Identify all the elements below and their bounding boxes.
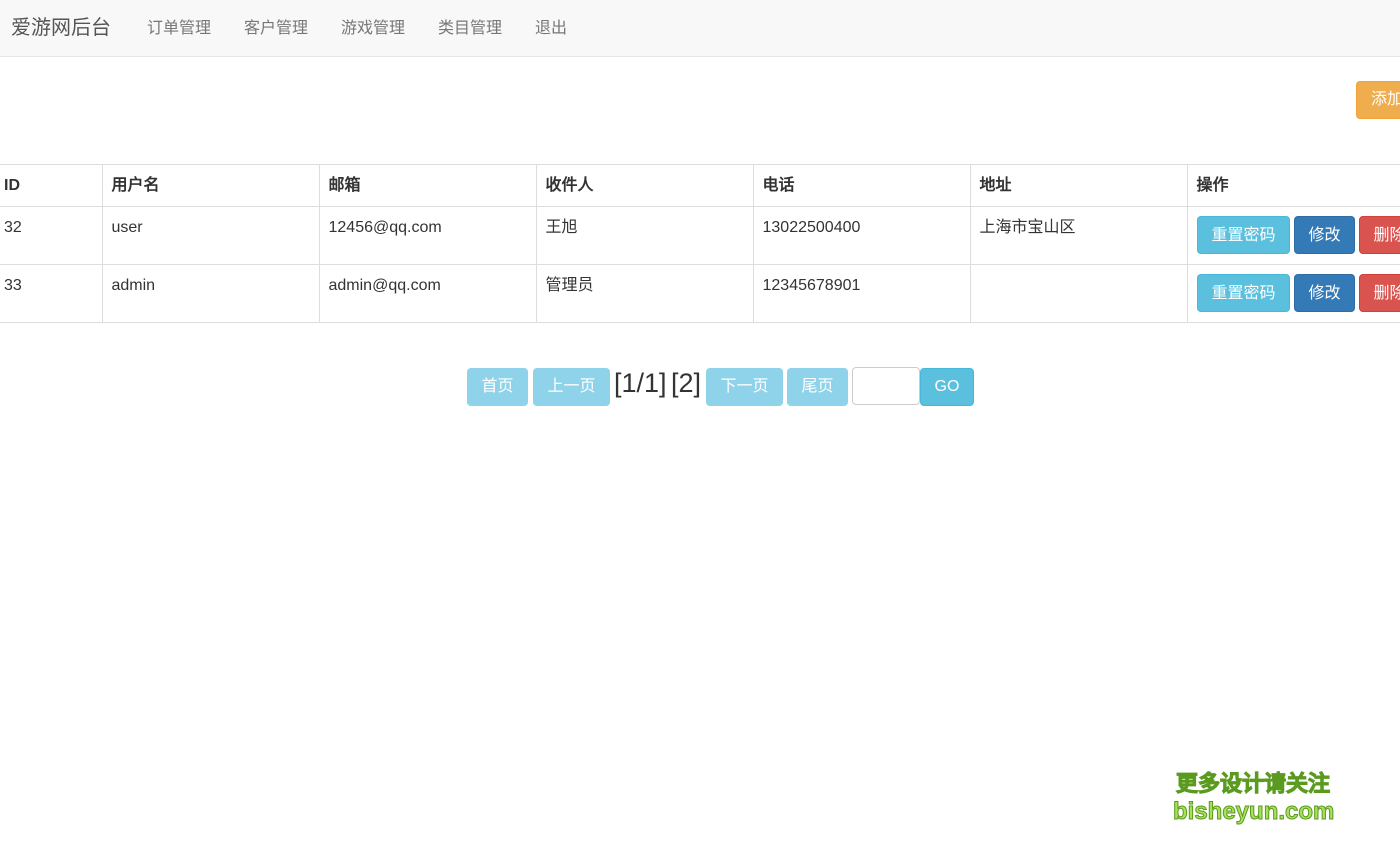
nav-orders[interactable]: 订单管理	[147, 19, 211, 39]
cell-email: 12456@qq.com	[318, 206, 537, 265]
cell-recipient: 管理员	[535, 264, 754, 323]
cell-username: user	[101, 206, 320, 265]
next-page-button[interactable]: 下一页	[706, 368, 783, 406]
watermark-line1: 更多设计请关注	[1175, 771, 1330, 797]
cell-recipient: 王旭	[535, 206, 754, 265]
cell-id: 33	[0, 264, 103, 323]
first-page-button[interactable]: 首页	[467, 368, 528, 406]
cell-address	[969, 264, 1188, 323]
reset-password-button[interactable]: 重置密码	[1196, 274, 1290, 312]
header-recipient: 收件人	[535, 164, 754, 207]
nav-logout[interactable]: 退出	[535, 19, 567, 39]
cell-address: 上海市宝山区	[969, 206, 1188, 265]
reset-password-button[interactable]: 重置密码	[1196, 216, 1290, 254]
watermark: 更多设计请关注 bisheyun.com	[1173, 770, 1335, 826]
prev-page-button[interactable]: 上一页	[533, 368, 610, 406]
nav-customers[interactable]: 客户管理	[244, 19, 308, 39]
cell-actions: 重置密码修改删除	[1186, 206, 1400, 265]
page-number-input[interactable]	[852, 367, 920, 405]
header-actions: 操作	[1186, 164, 1400, 207]
page-link-2[interactable]: [2]	[671, 367, 701, 399]
header-address: 地址	[969, 164, 1188, 207]
table-header-row: ID 用户名 邮箱 收件人 电话 地址 操作	[0, 164, 1400, 207]
brand-title[interactable]: 爱游网后台	[11, 16, 111, 40]
edit-button[interactable]: 修改	[1293, 216, 1355, 254]
watermark-line2: bisheyun.com	[1173, 798, 1335, 826]
table-row: 33 admin admin@qq.com 管理员 12345678901 重置…	[0, 264, 1400, 323]
cell-phone: 13022500400	[752, 206, 971, 265]
page: 爱游网后台 订单管理 客户管理 游戏管理 类目管理 退出 添加 ID 用户名 邮…	[0, 0, 1400, 848]
nav-categories[interactable]: 类目管理	[438, 19, 502, 39]
header-phone: 电话	[752, 164, 971, 207]
cell-username: admin	[101, 264, 320, 323]
header-email: 邮箱	[318, 164, 537, 207]
cell-actions: 重置密码修改删除	[1186, 264, 1400, 323]
edit-button[interactable]: 修改	[1293, 274, 1355, 312]
add-button[interactable]: 添加	[1356, 81, 1400, 119]
header-username: 用户名	[101, 164, 320, 207]
delete-button[interactable]: 删除	[1358, 216, 1400, 254]
cell-phone: 12345678901	[752, 264, 971, 323]
go-button[interactable]: GO	[920, 368, 974, 406]
customer-table: ID 用户名 邮箱 收件人 电话 地址 操作 32 user 12456@qq.…	[0, 164, 1400, 323]
navbar: 爱游网后台 订单管理 客户管理 游戏管理 类目管理 退出	[0, 0, 1400, 57]
table-row: 32 user 12456@qq.com 王旭 13022500400 上海市宝…	[0, 206, 1400, 265]
page-indicator: [1/1]	[614, 368, 667, 398]
nav-games[interactable]: 游戏管理	[341, 19, 405, 39]
header-id: ID	[0, 164, 103, 207]
last-page-button[interactable]: 尾页	[787, 368, 848, 406]
cell-email: admin@qq.com	[318, 264, 537, 323]
delete-button[interactable]: 删除	[1358, 274, 1400, 312]
cell-id: 32	[0, 206, 103, 265]
